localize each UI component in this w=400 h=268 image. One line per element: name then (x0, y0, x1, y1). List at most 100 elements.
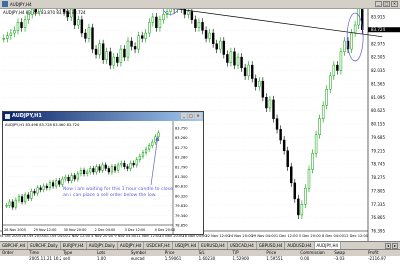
main-candle (219, 40, 222, 50)
sub-candle (36, 187, 39, 194)
sub-maximize-button[interactable]: □ (188, 113, 194, 119)
main-candle (321, 105, 325, 119)
sub-chart-header: AUDJPY,H1 83.498 83.728 83.460 83.724 (5, 123, 80, 127)
main-candle (208, 32, 211, 39)
main-candle (201, 22, 204, 31)
sub-candle (98, 166, 101, 171)
sub-candle (89, 168, 92, 173)
sub-chart-window[interactable]: AUDJPY,H1 _ □ × 83.750 83.260 82.770 82.280… (2, 111, 204, 235)
main-candle (73, 9, 76, 26)
sub-candle (104, 164, 107, 169)
terminal-cell: -2116.97 (368, 256, 387, 261)
sub-candle (64, 177, 67, 180)
time-tick-label: 1 Dec 12:00 (276, 234, 299, 238)
price-tick-label: 77.805 (371, 188, 385, 193)
main-candle (62, 9, 66, 12)
minimize-button[interactable]: _ (375, 1, 382, 7)
sub-time-tick-label: 28 Nov 2005 (4, 228, 26, 232)
main-candle (169, 9, 172, 12)
main-candle (350, 32, 353, 50)
main-candle (332, 64, 336, 77)
sub-candle (67, 177, 70, 182)
main-candle (226, 54, 229, 63)
main-candle (222, 40, 226, 55)
main-candle (304, 187, 307, 205)
terminal-cell: 1.60230 (198, 256, 216, 261)
window-title: AUDJPY,H4 (10, 2, 32, 7)
app-icon (2, 1, 8, 7)
main-candle (101, 43, 105, 61)
terminal-cell (0, 256, 27, 262)
main-candle (13, 30, 16, 34)
sub-candle (126, 166, 129, 169)
terminal-panel: Order Time Type Lots Symbol Price S/L T/P Price C… (0, 249, 400, 268)
main-candle (105, 51, 108, 61)
sub-candle (42, 185, 45, 190)
main-candle (325, 88, 328, 106)
sub-candle (45, 185, 48, 189)
sub-candle (30, 191, 33, 199)
sub-price-tick-label: 82.770 (175, 146, 188, 150)
current-price-label: 83.724 (371, 27, 385, 32)
terminal-cell: 0.00 (300, 256, 310, 261)
main-candle (265, 97, 268, 109)
main-candle (87, 27, 91, 39)
main-chart-window[interactable]: AUDJPY,H4 83.804 83.870 83.645 83.724 83.… (0, 9, 400, 241)
time-tick-label: 12 Dec 12:00 (344, 234, 369, 238)
price-tick-label: 77.335 (371, 202, 385, 207)
price-tick-label: 80.625 (371, 108, 385, 113)
main-candle (30, 9, 34, 15)
main-candle (140, 35, 144, 39)
sub-price-tick-label: 83.750 (175, 127, 188, 131)
main-candle (261, 80, 265, 98)
main-candle (240, 56, 243, 69)
sub-price-tick-label: 79.830 (175, 204, 188, 208)
main-candle (343, 40, 346, 53)
sub-minimize-button[interactable]: _ (181, 113, 187, 119)
main-candle (77, 19, 80, 26)
main-candle (311, 153, 314, 170)
time-tick-label: 24 Nov 20:00 (229, 234, 254, 238)
sub-time-tick-label: 2 Dec 04:00 (95, 228, 116, 232)
sub-candle (8, 201, 11, 206)
sub-candle (27, 194, 30, 199)
sub-candle (110, 166, 114, 173)
price-tick-label: 79.685 (371, 135, 385, 140)
price-tick-label: 83.915 (371, 15, 385, 20)
main-candle (286, 150, 289, 168)
sub-candle (82, 169, 86, 174)
chart-tabs: GBPCHF,H4 EURCHF,Daily EURJPY,H4 AUDJPY,Dai… (0, 241, 400, 250)
price-tick-label: 81.565 (371, 81, 385, 86)
main-candle (279, 129, 282, 141)
time-tick-label: 5 Dec 20:00 (299, 234, 322, 238)
sub-close-button[interactable]: × (195, 113, 201, 119)
maximize-button[interactable]: □ (383, 1, 390, 7)
sub-candle (148, 145, 151, 150)
main-candle (109, 51, 112, 66)
close-button[interactable]: × (391, 1, 398, 7)
sub-candle (135, 159, 138, 166)
sub-window-controls: _ □ × (181, 113, 201, 119)
main-candle (307, 169, 311, 189)
main-candle (98, 43, 101, 55)
main-candle (247, 64, 250, 77)
sub-time-tick-label: 30 Nov 20:00 (64, 228, 87, 232)
main-candle (258, 80, 261, 87)
main-candle (123, 48, 126, 58)
main-candle (329, 75, 332, 90)
main-candle (162, 14, 165, 20)
sub-chart[interactable]: 83.750 83.260 82.770 82.280 81.790 81.300 80.8… (3, 121, 203, 234)
sub-candle (95, 166, 98, 173)
sub-candle (51, 182, 55, 187)
main-candle (243, 67, 247, 77)
terminal-order-row[interactable]: 2005.11.21 16:27sell 1.00 eurcad 1.59061 1.6… (0, 256, 400, 262)
sub-candle (5, 205, 8, 207)
sub-candle (11, 201, 14, 208)
sub-candle (20, 196, 24, 203)
sub-window-titlebar[interactable]: AUDJPY,H1 _ □ × (3, 112, 203, 121)
sub-candle (123, 162, 126, 167)
main-candle (194, 19, 197, 28)
sub-candle (141, 152, 145, 157)
main-candle (250, 64, 254, 79)
main-candle (197, 22, 201, 28)
